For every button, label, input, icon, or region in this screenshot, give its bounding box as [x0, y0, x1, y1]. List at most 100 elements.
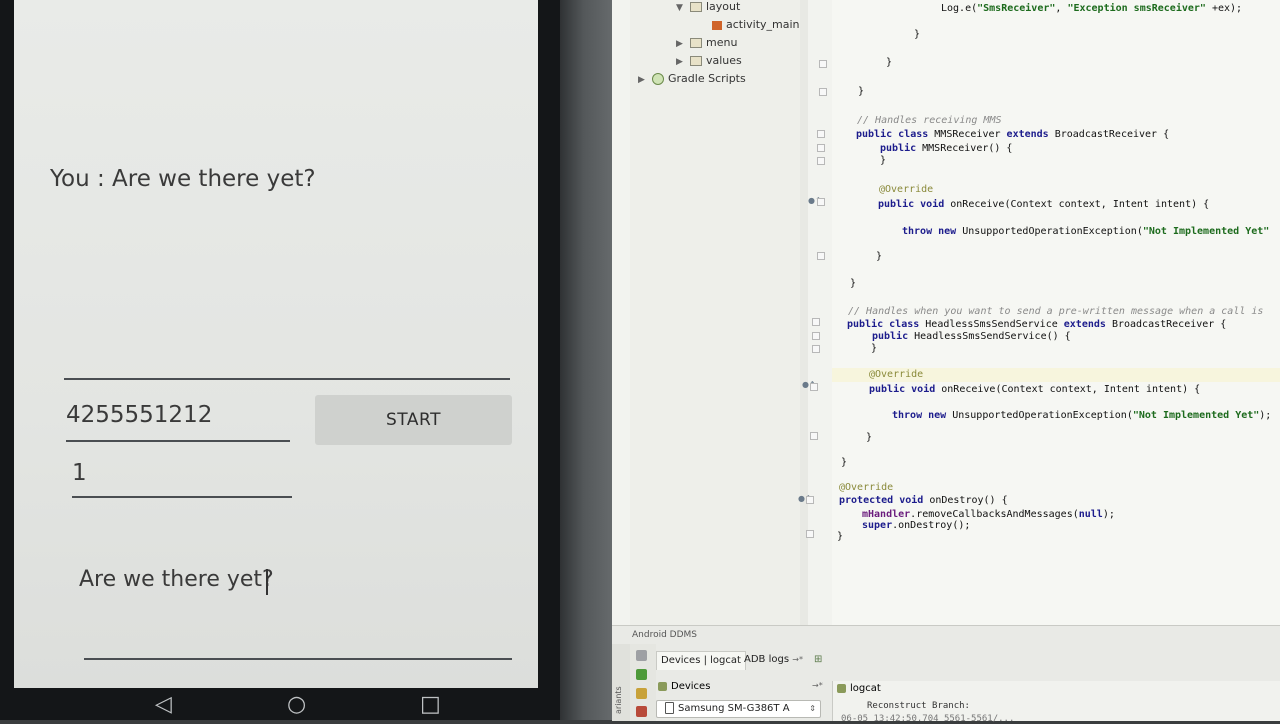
- tree-item-label: activity_main.x: [726, 18, 810, 31]
- code-line: public void onReceive(Context context, I…: [878, 199, 1210, 210]
- folder-icon: [690, 38, 702, 48]
- xml-file-icon: [712, 20, 722, 30]
- phone-number-input[interactable]: 4255551212: [66, 402, 212, 428]
- code-line: super.onDestroy();: [862, 520, 971, 531]
- code-line: }: [871, 343, 878, 354]
- side-tool-strip: ariants: [612, 644, 631, 721]
- code-line: Log.e("SmsReceiver", "Exception smsRecei…: [941, 3, 1243, 14]
- code-line: public class MMSReceiver extends Broadca…: [856, 129, 1170, 140]
- chat-message: You : Are we there yet?: [50, 166, 316, 192]
- code-editor[interactable]: Log.e("SmsReceiver", "Exception smsRecei…: [832, 0, 1280, 625]
- code-line: throw new UnsupportedOperationException(…: [902, 226, 1270, 237]
- tree-item-layout[interactable]: ▼ layout: [676, 0, 740, 13]
- devices-header: Devices →*: [658, 681, 823, 692]
- device-name: Samsung SM-G386T A: [678, 703, 790, 714]
- log-line: 06-05 13:42:50.704 5561-5561/...: [841, 714, 1015, 724]
- text-cursor: [266, 569, 268, 595]
- recents-icon[interactable]: □: [420, 690, 441, 720]
- tree-item-activity-main[interactable]: activity_main.x: [712, 18, 810, 31]
- android-studio-window: ▼ layout activity_main.x ▶ menu ▶ values ▶ G…: [612, 0, 1280, 724]
- code-line: public void onReceive(Context context, I…: [869, 384, 1201, 395]
- chat-divider: [64, 378, 510, 380]
- fold-marker-icon[interactable]: [812, 332, 820, 340]
- code-line: }: [914, 29, 921, 40]
- expand-arrow-icon[interactable]: ▶: [676, 57, 690, 67]
- monitor-bezel: [560, 0, 620, 720]
- chevron-updown-icon: ⇕: [809, 704, 816, 713]
- log-line: Reconstruct Branch:: [867, 701, 970, 711]
- android-icon: [658, 681, 667, 691]
- ddms-title: Android DDMS: [632, 630, 697, 640]
- gradle-icon: [652, 73, 664, 85]
- fold-marker-icon[interactable]: [812, 318, 820, 326]
- code-line: }: [850, 278, 857, 289]
- phone-screen: You : Are we there yet? 4255551212 START…: [14, 0, 538, 688]
- debug-icon[interactable]: [636, 688, 647, 699]
- code-line: }: [841, 457, 848, 468]
- folder-icon: [690, 2, 702, 12]
- expand-arrow-icon[interactable]: ▶: [676, 39, 690, 49]
- fold-marker-icon[interactable]: [806, 530, 814, 538]
- logcat-icon: [837, 683, 846, 693]
- phone-device: You : Are we there yet? 4255551212 START…: [0, 0, 560, 720]
- code-line: }: [866, 432, 873, 443]
- fold-marker-icon[interactable]: [817, 252, 825, 260]
- tab-adb-logs[interactable]: ADB logs →*: [740, 651, 807, 669]
- code-line: protected void onDestroy() {: [839, 495, 1008, 506]
- tree-item-label: values: [706, 54, 742, 67]
- code-line: public MMSReceiver() {: [880, 143, 1013, 154]
- device-select[interactable]: Samsung SM-G386T A ⇕: [656, 700, 821, 718]
- screenshot-icon[interactable]: [636, 650, 647, 661]
- phone-icon: [665, 702, 674, 714]
- code-line: }: [858, 86, 865, 97]
- expand-arrow-icon[interactable]: ▼: [676, 3, 690, 13]
- back-icon[interactable]: ◁: [155, 690, 172, 720]
- layout-toggle-icon[interactable]: ⊞: [810, 651, 826, 669]
- fold-marker-icon[interactable]: [812, 345, 820, 353]
- fold-marker-icon[interactable]: [819, 60, 827, 68]
- fold-marker-icon[interactable]: [817, 130, 825, 138]
- fold-marker-icon[interactable]: [817, 157, 825, 165]
- fold-marker-icon[interactable]: [806, 496, 814, 504]
- phone-number-underline: [66, 440, 290, 442]
- code-annotation: @Override: [839, 482, 894, 493]
- count-underline: [72, 496, 292, 498]
- code-line: }: [876, 251, 883, 262]
- expand-arrow-icon[interactable]: ▶: [638, 75, 652, 85]
- run-icon[interactable]: [636, 669, 647, 680]
- code-comment: // Handles receiving MMS: [857, 115, 1002, 126]
- logcat-panel: logcat Reconstruct Branch: 06-05 13:42:5…: [832, 681, 1280, 724]
- fold-marker-icon[interactable]: [817, 144, 825, 152]
- code-line: public HeadlessSmsSendService() {: [872, 331, 1071, 342]
- count-input[interactable]: 1: [72, 460, 87, 486]
- tree-item-label: layout: [706, 0, 741, 13]
- folder-icon: [690, 56, 702, 66]
- logcat-label: logcat: [850, 683, 881, 694]
- fold-marker-icon[interactable]: [817, 198, 825, 206]
- tree-item-label: menu: [706, 36, 738, 49]
- code-annotation: @Override: [879, 184, 934, 195]
- code-annotation: @Override: [869, 369, 924, 380]
- code-line: }: [886, 57, 893, 68]
- tree-item-values[interactable]: ▶ values: [676, 54, 742, 67]
- code-line: }: [837, 531, 844, 542]
- code-comment: // Handles when you want to send a pre-w…: [848, 306, 1264, 317]
- fold-marker-icon[interactable]: [810, 383, 818, 391]
- start-button[interactable]: START: [315, 395, 512, 445]
- devices-menu-arrow[interactable]: →*: [812, 681, 823, 690]
- tree-item-gradle-scripts[interactable]: ▶ Gradle Scripts: [638, 72, 746, 85]
- code-line: throw new UnsupportedOperationException(…: [892, 410, 1272, 421]
- stop-icon[interactable]: [636, 706, 647, 717]
- tab-devices-logcat[interactable]: Devices | logcat: [656, 651, 746, 670]
- message-underline: [84, 658, 512, 660]
- home-icon[interactable]: ○: [287, 690, 306, 720]
- build-variants-tab[interactable]: ariants: [614, 686, 623, 714]
- fold-marker-icon[interactable]: [810, 432, 818, 440]
- ddms-toolbar: [630, 644, 656, 721]
- ddms-panel: Android DDMS ariants Devices | logcat AD…: [612, 625, 1280, 724]
- fold-gutter: ●↑ ●↑ ●↑: [798, 0, 832, 625]
- tree-item-menu[interactable]: ▶ menu: [676, 36, 737, 49]
- message-input[interactable]: Are we there yet?: [79, 567, 274, 592]
- logcat-header: logcat: [837, 683, 881, 694]
- fold-marker-icon[interactable]: [819, 88, 827, 96]
